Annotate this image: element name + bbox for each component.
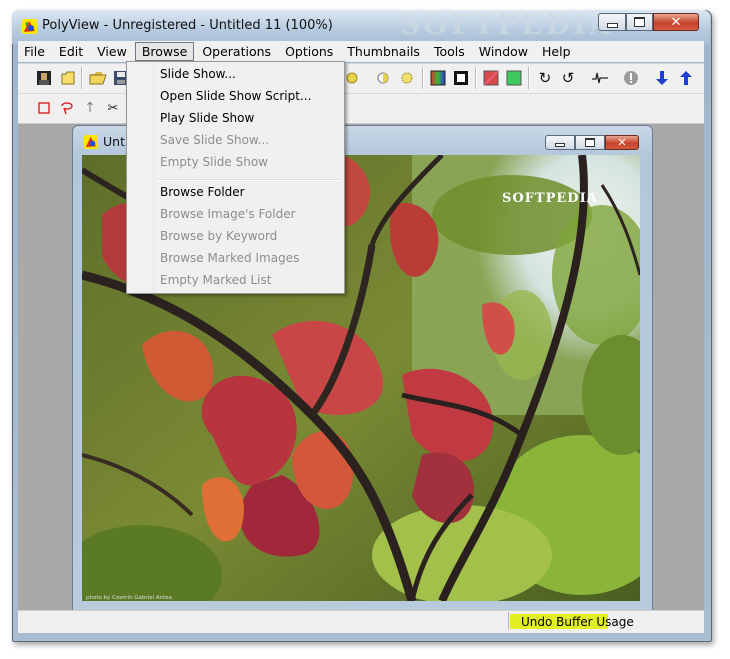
menu-browse[interactable]: Browse — [134, 42, 195, 61]
portrait-icon[interactable] — [35, 69, 53, 87]
photo-watermark: SOFTPEDIA — [502, 191, 598, 206]
arrow-down-icon[interactable] — [653, 69, 671, 87]
rect-select-icon[interactable] — [35, 99, 53, 117]
toolbar-separator — [422, 67, 424, 89]
child-window-title: Unti — [103, 134, 129, 149]
polyview-child-icon — [84, 135, 98, 149]
menu-tools[interactable]: Tools — [428, 42, 471, 61]
new-file-icon[interactable] — [59, 69, 77, 87]
arrow-up-icon[interactable] — [677, 69, 695, 87]
maximize-icon — [585, 138, 595, 147]
menu-window[interactable]: Window — [473, 42, 534, 61]
menu-item-open-slide-show-script[interactable]: Open Slide Show Script... — [160, 89, 311, 103]
polyview-app-icon — [22, 19, 37, 34]
histogram-icon[interactable] — [591, 69, 609, 87]
maximize-icon — [634, 17, 645, 27]
child-close-button[interactable]: ✕ — [605, 135, 639, 150]
child-maximize-button[interactable] — [575, 135, 605, 150]
menu-item-empty-marked-list: Empty Marked List — [160, 273, 272, 287]
color-balance-icon[interactable] — [429, 69, 447, 87]
menu-view[interactable]: View — [91, 42, 133, 61]
menu-thumbnails[interactable]: Thumbnails — [341, 42, 426, 61]
menu-item-browse-folder[interactable]: Browse Folder — [160, 185, 245, 199]
photo-credit: photo by Cosmin Gabriel Antea — [86, 595, 173, 601]
pointer-arrow-icon[interactable]: ↑ — [81, 99, 99, 117]
toolbar-separator — [81, 67, 83, 89]
close-icon: ✕ — [617, 136, 627, 149]
close-button[interactable]: ✕ — [653, 13, 699, 31]
menu-file[interactable]: File — [18, 42, 51, 61]
toolbar-separator — [528, 67, 530, 89]
maximize-button[interactable] — [626, 13, 653, 31]
status-divider — [508, 612, 509, 630]
undo-buffer-label: Undo Buffer Usage — [521, 615, 634, 629]
menu-item-slide-show[interactable]: Slide Show... — [160, 67, 236, 81]
menu-item-play-slide-show[interactable]: Play Slide Show — [160, 111, 254, 125]
window-title: PolyView - Unregistered - Untitled 11 (1… — [42, 18, 333, 33]
menu-help[interactable]: Help — [536, 42, 577, 61]
menu-item-browse-by-keyword: Browse by Keyword — [160, 229, 278, 243]
menu-separator — [157, 179, 341, 181]
menu-item-empty-slide-show: Empty Slide Show — [160, 155, 268, 169]
menu-bar: File Edit View Browse Operations Options… — [18, 41, 704, 62]
child-minimize-button[interactable] — [545, 135, 575, 150]
minimize-icon — [606, 22, 618, 28]
menu-item-save-slide-show: Save Slide Show... — [160, 133, 270, 147]
minimize-icon — [555, 143, 565, 147]
contrast-half-icon[interactable] — [374, 69, 392, 87]
menu-operations[interactable]: Operations — [196, 42, 277, 61]
menu-icon-gutter — [127, 62, 154, 293]
menu-options[interactable]: Options — [279, 42, 339, 61]
info-warning-icon[interactable] — [622, 69, 640, 87]
crop-icon[interactable]: ✂ — [104, 99, 122, 117]
brightness-icon[interactable] — [343, 69, 361, 87]
main-toolbar: ↻ ↺ — [18, 63, 704, 93]
menu-edit[interactable]: Edit — [53, 42, 89, 61]
lasso-select-icon[interactable] — [58, 99, 76, 117]
rotate-right-icon[interactable]: ↻ — [536, 69, 554, 87]
red-channel-icon[interactable] — [482, 69, 500, 87]
menu-item-browse-marked-images: Browse Marked Images — [160, 251, 300, 265]
toolbar-separator — [475, 67, 477, 89]
brightness-alt-icon[interactable] — [398, 69, 416, 87]
close-icon: ✕ — [670, 14, 682, 30]
selection-toolbar: ↑ ✂ — [18, 93, 704, 124]
minimize-button[interactable] — [598, 13, 626, 31]
frame-icon[interactable] — [452, 69, 470, 87]
menu-item-browse-image-folder: Browse Image's Folder — [160, 207, 296, 221]
open-folder-icon[interactable] — [89, 69, 107, 87]
rotate-left-icon[interactable]: ↺ — [559, 69, 577, 87]
title-watermark: SOFTPEDIA — [400, 8, 614, 41]
green-channel-icon[interactable] — [505, 69, 523, 87]
